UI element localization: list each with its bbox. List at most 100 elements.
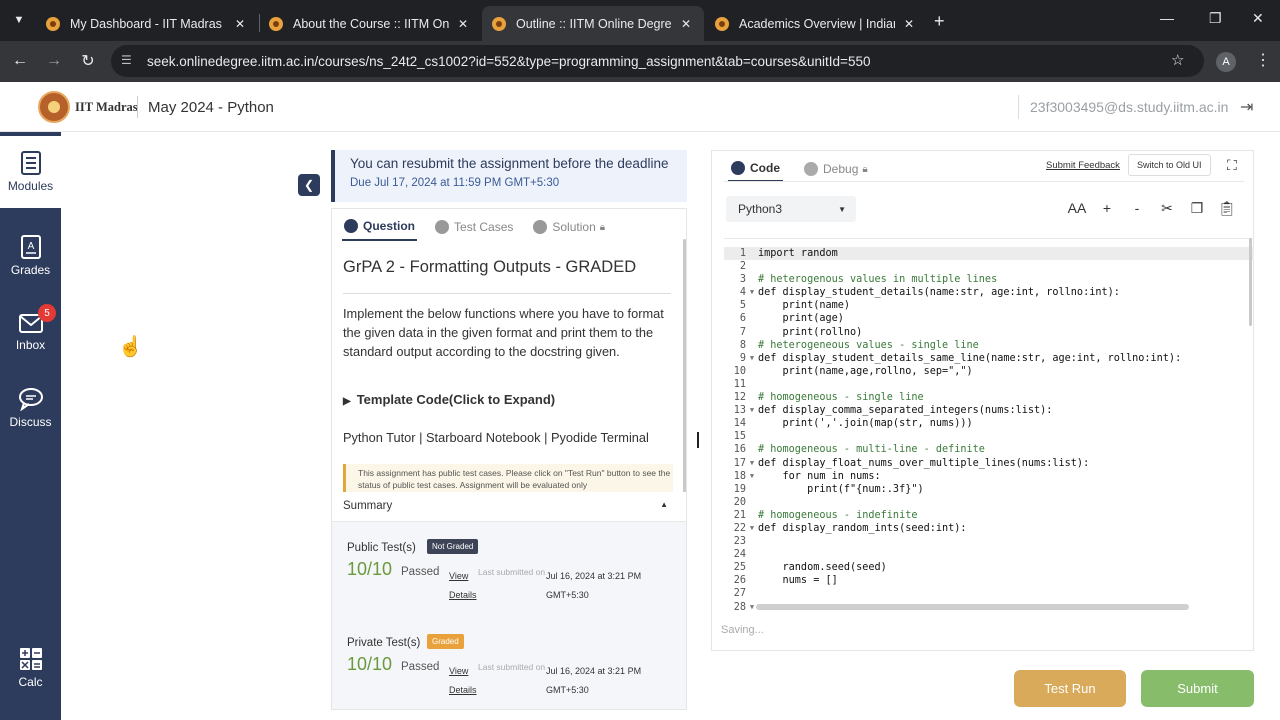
site-info-icon[interactable]: ☰ <box>121 53 132 67</box>
test-run-button[interactable]: Test Run <box>1014 670 1126 707</box>
browser-tab[interactable]: Academics Overview | Indian Ins ✕ <box>705 6 927 41</box>
code-line[interactable]: 11 <box>724 378 1254 391</box>
code-line[interactable]: 17 ▼ def display_float_nums_over_multiple_… <box>724 457 1254 470</box>
collapse-panel-button[interactable]: ❮ <box>298 174 320 196</box>
restore-icon[interactable]: ❐ <box>1209 10 1222 27</box>
sidebar-item-inbox[interactable]: Inbox 5 <box>0 296 61 368</box>
code-line[interactable]: 21 # homogeneous - indefinite <box>724 509 1254 522</box>
browser-tab-active[interactable]: Outline :: IITM Online Degree ✕ <box>482 6 704 41</box>
profile-avatar[interactable]: A <box>1216 52 1236 72</box>
code-line[interactable]: 8 # heterogeneous values - single line <box>724 339 1254 352</box>
site-favicon-icon <box>46 16 60 31</box>
code-line[interactable]: 5 print(name) <box>724 299 1254 312</box>
copy-icon[interactable]: ❐ <box>1182 200 1212 217</box>
tool-links[interactable]: Python Tutor | Starboard Notebook | Pyod… <box>343 430 649 445</box>
code-line[interactable]: 9 ▼ def display_student_details_same_line(… <box>724 352 1254 365</box>
fold-arrow-icon[interactable]: ▼ <box>746 522 758 535</box>
fullscreen-icon[interactable]: ⛶ <box>1227 157 1237 174</box>
fold-arrow-icon[interactable]: ▼ <box>746 457 758 470</box>
mouse-cursor-icon: ☝ <box>118 336 143 358</box>
back-icon[interactable]: ← <box>9 50 31 72</box>
browser-tab[interactable]: My Dashboard - IIT Madras Onl ✕ <box>36 6 258 41</box>
close-tab-icon[interactable]: ✕ <box>455 17 471 31</box>
paste-icon[interactable]: 📋︎ <box>1212 200 1242 217</box>
code-line[interactable]: 22 ▼ def display_random_ints(seed:int): <box>724 522 1254 535</box>
logout-icon[interactable]: ⇥ <box>1240 97 1253 117</box>
fold-arrow-icon[interactable]: ▼ <box>746 404 758 417</box>
code-line[interactable]: 16 # homogeneous - multi-line - definite <box>724 443 1254 456</box>
iitm-logo[interactable] <box>38 91 70 123</box>
code-line[interactable]: 19 print(f"{num:.3f}") <box>724 483 1254 496</box>
tab-debug[interactable]: Debug 🔒︎ <box>801 156 871 182</box>
code-line[interactable]: 7 print(rollno) <box>724 326 1254 339</box>
view-details-link[interactable]: View Details <box>449 567 481 605</box>
code-line[interactable]: 1 import random <box>724 247 1254 261</box>
horizontal-scrollbar[interactable] <box>756 604 1189 610</box>
code-line[interactable]: 23 <box>724 535 1254 548</box>
zoom-out-button[interactable]: - <box>1122 200 1152 217</box>
font-size-icon[interactable]: AA <box>1062 200 1092 217</box>
code-line[interactable]: 12 # homogeneous - single line <box>724 391 1254 404</box>
code-line[interactable]: 15 <box>724 430 1254 443</box>
minimize-icon[interactable]: — <box>1160 10 1174 26</box>
new-tab-icon[interactable]: + <box>934 11 945 32</box>
code-line[interactable]: 14 print(','.join(map(str, nums))) <box>724 417 1254 430</box>
close-tab-icon[interactable]: ✕ <box>232 17 248 31</box>
vertical-scrollbar[interactable] <box>1249 238 1252 326</box>
code-line[interactable]: 18 ▼ for num in nums: <box>724 470 1254 483</box>
line-number: 11 <box>733 378 746 390</box>
tab-solution[interactable]: Solution 🔒︎ <box>531 213 607 241</box>
fold-arrow-icon[interactable]: ▼ <box>746 286 758 299</box>
reload-icon[interactable]: ↻ <box>77 50 99 72</box>
fold-arrow-icon[interactable]: ▼ <box>746 352 758 365</box>
tab-code[interactable]: Code <box>728 156 783 182</box>
submit-button[interactable]: Submit <box>1141 670 1254 707</box>
sidebar-item-grades[interactable]: A Grades <box>0 220 61 292</box>
fold-arrow-icon[interactable]: ▼ <box>746 470 758 483</box>
zoom-in-button[interactable]: + <box>1092 200 1122 217</box>
collapse-caret-icon[interactable]: ▲ <box>660 500 668 509</box>
language-value: Python3 <box>738 202 783 216</box>
code-line[interactable]: 20 <box>724 496 1254 509</box>
browser-tab[interactable]: About the Course :: IITM Online ✕ <box>259 6 481 41</box>
language-select[interactable]: Python3 ▼ <box>726 196 856 222</box>
private-score: 10/10 <box>347 654 393 674</box>
code-area[interactable]: 1 import random 2 3 # heterogenous values in… <box>724 238 1254 610</box>
code-line[interactable]: 2 <box>724 260 1254 273</box>
code-line[interactable]: 26 nums = [] <box>724 574 1254 587</box>
gutter-space <box>746 378 758 391</box>
svg-text:A: A <box>27 241 34 252</box>
code-line[interactable]: 10 print(name,age,rollno, sep=",") <box>724 365 1254 378</box>
switch-old-ui-button[interactable]: Switch to Old UI <box>1128 154 1211 176</box>
view-details-link[interactable]: View Details <box>449 662 481 700</box>
sidebar-item-modules[interactable]: Modules <box>0 136 61 208</box>
code-line[interactable]: 25 random.seed(seed) <box>724 561 1254 574</box>
sidebar-item-calc[interactable]: Calc <box>0 632 61 704</box>
cut-icon[interactable]: ✂ <box>1152 200 1182 217</box>
code-text: for num in nums: <box>758 470 881 482</box>
forward-icon[interactable]: → <box>43 50 65 72</box>
tab-test-cases[interactable]: Test Cases <box>433 213 515 241</box>
code-line[interactable]: 13 ▼ def display_comma_separated_integers(… <box>724 404 1254 417</box>
code-line[interactable]: 24 <box>724 548 1254 561</box>
address-bar[interactable]: ☰ seek.onlinedegree.iitm.ac.in/courses/n… <box>111 45 1204 77</box>
close-tab-icon[interactable]: ✕ <box>901 17 917 31</box>
template-code-toggle[interactable]: ▶ Template Code(Click to Expand) <box>343 392 555 407</box>
code-line[interactable]: 4 ▼ def display_student_details(name:str, … <box>724 286 1254 299</box>
submit-feedback-link[interactable]: Submit Feedback <box>1046 160 1120 171</box>
private-tests-label: Private Test(s) <box>347 637 421 649</box>
panel-resize-handle[interactable] <box>697 432 699 448</box>
code-line[interactable]: 6 print(age) <box>724 312 1254 325</box>
tab-label: Question <box>363 219 416 233</box>
editor-toolbar: AA + - ✂ ❐ 📋︎ <box>1062 200 1242 217</box>
close-window-icon[interactable]: ✕ <box>1252 10 1264 27</box>
summary-header[interactable]: Summary ▲ <box>332 492 686 522</box>
sidebar-item-discuss[interactable]: Discuss <box>0 372 61 444</box>
close-tab-icon[interactable]: ✕ <box>678 17 694 31</box>
tab-question[interactable]: Question <box>342 213 418 241</box>
code-line[interactable]: 27 <box>724 587 1254 600</box>
code-line[interactable]: 3 # heterogenous values in multiple lines <box>724 273 1254 286</box>
browser-menu-icon[interactable]: ⋮ <box>1255 50 1271 70</box>
bookmark-star-icon[interactable]: ☆ <box>1171 51 1184 69</box>
tab-search-button[interactable]: ▼ <box>9 10 29 30</box>
